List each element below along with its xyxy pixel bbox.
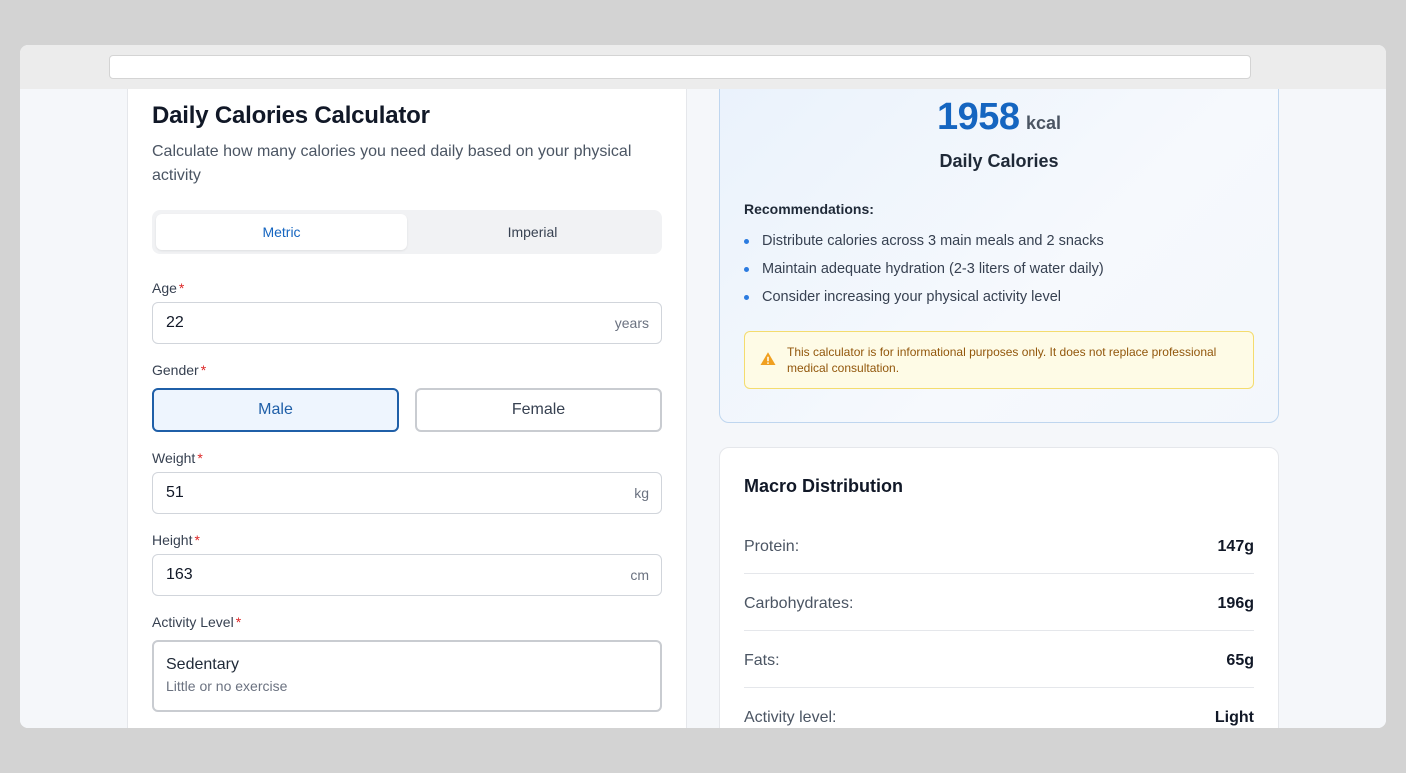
age-label: Age * bbox=[152, 280, 184, 296]
calculator-card: Daily Calories Calculator Calculate how … bbox=[127, 89, 687, 728]
required-marker: * bbox=[235, 614, 242, 630]
calories-unit: kcal bbox=[1025, 113, 1062, 133]
recommendation-item: Maintain adequate hydration (2-3 liters … bbox=[744, 259, 1104, 287]
required-marker: * bbox=[178, 280, 185, 296]
macro-row-protein: Protein: 147g bbox=[744, 517, 1254, 574]
gender-label: Gender * bbox=[152, 362, 206, 378]
macro-label: Activity level: bbox=[744, 709, 837, 726]
page-subtitle: Calculate how many calories you need dai… bbox=[152, 143, 632, 184]
weight-unit: kg bbox=[634, 485, 649, 501]
age-value: 22 bbox=[166, 314, 184, 331]
recommendation-item: Consider increasing your physical activi… bbox=[744, 287, 1104, 315]
address-bar[interactable] bbox=[109, 55, 1251, 79]
macro-row-carbohydrates: Carbohydrates: 196g bbox=[744, 574, 1254, 631]
tab-imperial[interactable]: Imperial bbox=[407, 214, 658, 250]
page-title: Daily Calories Calculator bbox=[152, 102, 430, 129]
gender-female-button[interactable]: Female bbox=[415, 388, 662, 432]
activity-label-text: Activity Level bbox=[152, 614, 234, 630]
weight-field[interactable]: 51 kg bbox=[152, 472, 662, 514]
height-value: 163 bbox=[166, 566, 193, 583]
macro-value: Light bbox=[1214, 709, 1254, 726]
height-label: Height * bbox=[152, 532, 200, 548]
weight-label: Weight * bbox=[152, 450, 203, 466]
macro-row-fats: Fats: 65g bbox=[744, 631, 1254, 688]
macro-value: 196g bbox=[1217, 595, 1254, 612]
macro-card: Macro Distribution Protein: 147g Carbohy… bbox=[719, 447, 1279, 728]
gender-label-text: Gender bbox=[152, 362, 199, 378]
browser-window: Daily Calories Calculator Calculate how … bbox=[20, 45, 1386, 728]
height-unit: cm bbox=[630, 567, 649, 583]
age-unit: years bbox=[614, 315, 649, 331]
warning-triangle-icon bbox=[760, 352, 776, 365]
calories-result: 1958 kcal bbox=[720, 96, 1278, 139]
disclaimer-alert: This calculator is for informational pur… bbox=[744, 331, 1254, 389]
required-marker: * bbox=[197, 450, 203, 466]
age-field[interactable]: 22 years bbox=[152, 302, 662, 344]
browser-toolbar bbox=[20, 45, 1386, 89]
weight-label-text: Weight bbox=[152, 450, 196, 466]
macro-label: Protein: bbox=[744, 538, 800, 555]
result-card: 1958 kcal Daily Calories Recommendations… bbox=[719, 89, 1279, 423]
recommendation-item: Distribute calories across 3 main meals … bbox=[744, 231, 1104, 259]
activity-option-title: Sedentary bbox=[166, 656, 239, 673]
calories-value: 1958 bbox=[936, 96, 1020, 138]
weight-value: 51 bbox=[166, 484, 184, 501]
calories-label: Daily Calories bbox=[939, 151, 1059, 171]
height-field[interactable]: 163 cm bbox=[152, 554, 662, 596]
required-marker: * bbox=[200, 362, 207, 378]
gender-male-button[interactable]: Male bbox=[152, 388, 399, 432]
page-viewport: Daily Calories Calculator Calculate how … bbox=[20, 89, 1386, 728]
unit-toggle: Metric Imperial bbox=[152, 210, 662, 254]
macro-value: 147g bbox=[1217, 538, 1254, 555]
recommendations-list: Distribute calories across 3 main meals … bbox=[744, 231, 1104, 315]
macro-title: Macro Distribution bbox=[744, 476, 904, 496]
required-marker: * bbox=[194, 532, 200, 548]
macro-label: Fats: bbox=[744, 652, 780, 669]
disclaimer-text: This calculator is for informational pur… bbox=[787, 345, 1217, 375]
macro-label: Carbohydrates: bbox=[744, 595, 854, 612]
height-label-text: Height bbox=[152, 532, 193, 548]
activity-label: Activity Level * bbox=[152, 614, 241, 630]
recommendations-title: Recommendations: bbox=[744, 201, 874, 217]
macro-row-activity-level: Activity level: Light bbox=[744, 688, 1254, 728]
tab-metric[interactable]: Metric bbox=[156, 214, 407, 250]
activity-option-description: Little or no exercise bbox=[166, 678, 288, 694]
macro-value: 65g bbox=[1226, 652, 1254, 669]
age-label-text: Age bbox=[152, 280, 177, 296]
activity-option-sedentary[interactable]: Sedentary Little or no exercise bbox=[152, 640, 662, 712]
